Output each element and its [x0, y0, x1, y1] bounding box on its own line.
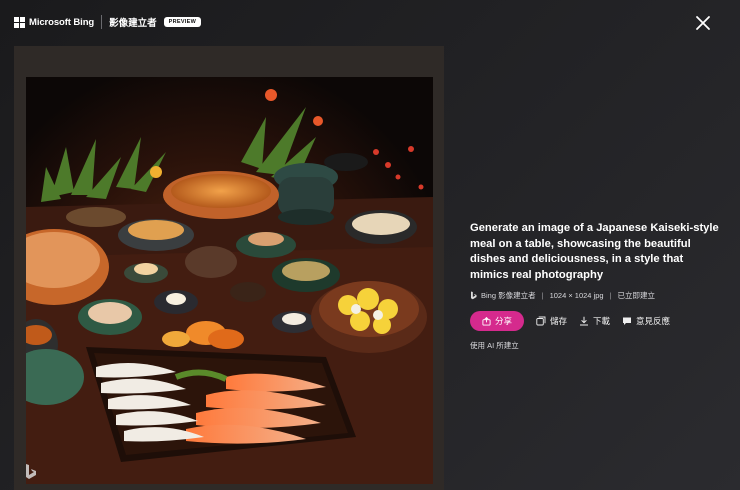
share-label: 分享 — [495, 316, 513, 326]
brand[interactable]: Microsoft Bing 影像建立者 PREVIEW — [14, 15, 202, 29]
download-button[interactable]: 下載 — [579, 315, 610, 327]
save-label: 儲存 — [550, 316, 568, 326]
divider — [101, 15, 103, 29]
meta-separator: | — [609, 291, 612, 300]
brand-name: Microsoft Bing — [29, 16, 95, 28]
meta-separator: | — [541, 291, 544, 300]
creator-label: Bing 影像建立者 — [481, 291, 536, 300]
share-icon — [482, 316, 491, 326]
top-bar: Microsoft Bing 影像建立者 PREVIEW — [0, 0, 740, 44]
prompt-text: Generate an image of a Japanese Kaiseki-… — [470, 222, 719, 281]
image-dimensions: 1024 × 1024 jpg — [549, 291, 604, 300]
image-meta: Bing 影像建立者 | 1024 × 1024 jpg | 已立即建立 — [470, 290, 720, 301]
image-details-panel: Generate an image of a Japanese Kaiseki-… — [470, 221, 720, 351]
close-button[interactable] — [694, 14, 712, 32]
save-button[interactable]: 儲存 — [536, 315, 567, 327]
product-name: 影像建立者 — [109, 18, 157, 29]
feedback-button[interactable]: 意見反應 — [622, 315, 670, 327]
microsoft-logo-icon — [14, 16, 25, 28]
generated-image[interactable] — [26, 77, 433, 484]
action-bar: 分享 儲存 下載 意見反應 — [470, 311, 720, 331]
creation-status: 已立即建立 — [617, 291, 656, 300]
bing-watermark-icon — [26, 464, 36, 479]
bing-icon — [471, 291, 477, 300]
share-button[interactable]: 分享 — [470, 311, 525, 331]
download-label: 下載 — [593, 316, 611, 326]
preview-badge: PREVIEW — [163, 17, 202, 27]
kaiseki-meal-illustration — [26, 77, 433, 484]
download-icon — [580, 316, 589, 326]
close-icon — [696, 16, 710, 30]
feedback-label: 意見反應 — [636, 316, 671, 326]
collection-icon — [536, 316, 546, 326]
feedback-icon — [623, 317, 632, 325]
made-with-ai-note: 使用 AI 所建立 — [470, 341, 519, 350]
